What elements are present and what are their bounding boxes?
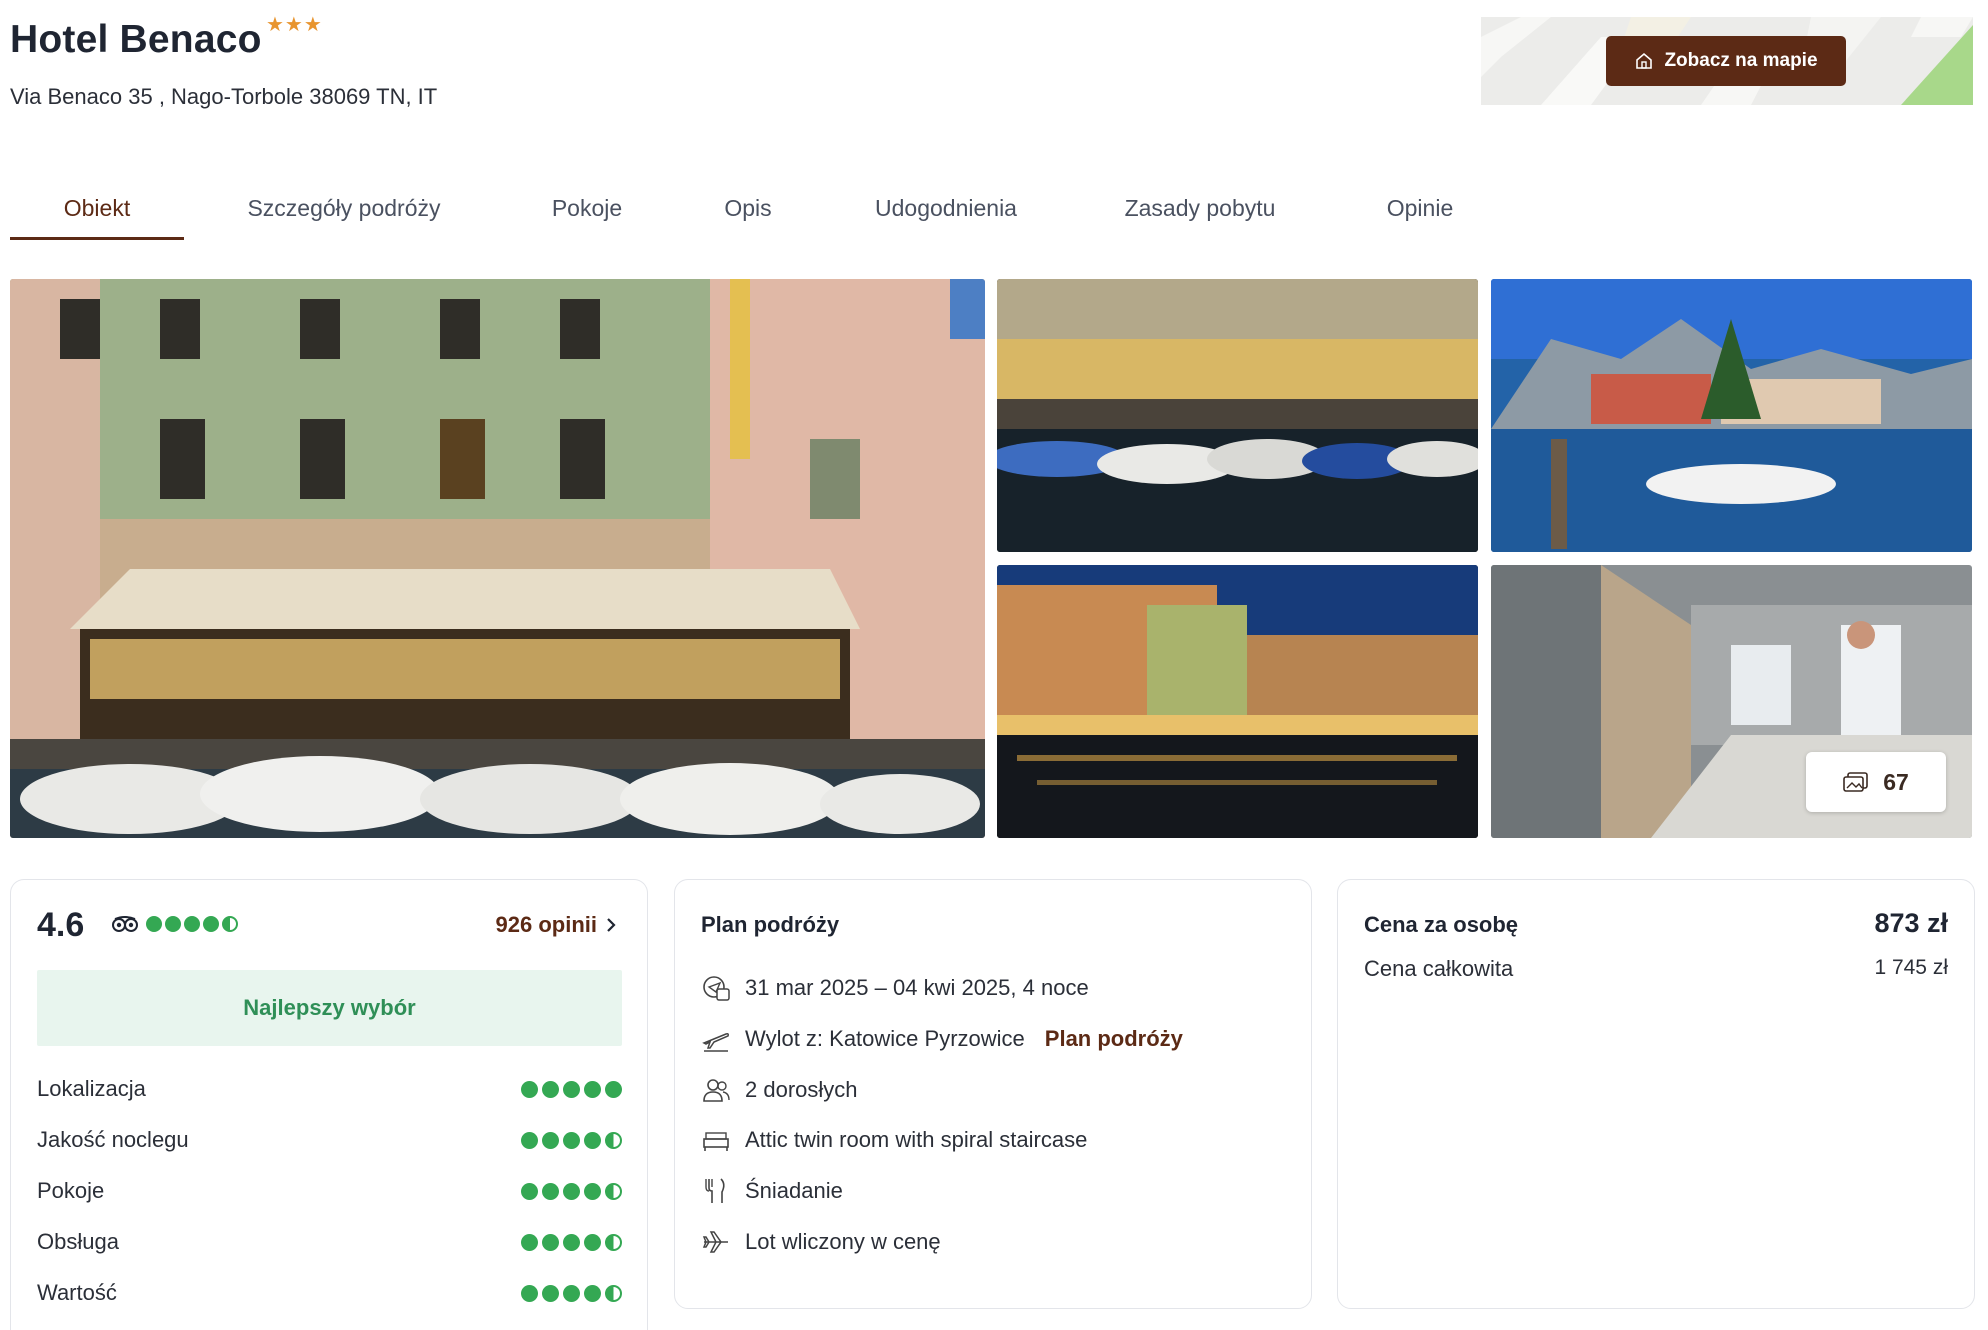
plan-departure-row: Wylot z: Katowice Pyrzowice Plan podróży	[701, 1021, 1183, 1057]
tab-obiekt[interactable]: Obiekt	[10, 176, 184, 240]
subrating-row: Pokoje	[37, 1171, 622, 1211]
tripadvisor-owl-icon	[112, 916, 138, 932]
reviews-link[interactable]: 926 opinii	[496, 912, 617, 938]
subrating-dots	[521, 1233, 622, 1251]
total-price: 1 745 zł	[1874, 956, 1948, 979]
flight-included: Lot wliczony w cenę	[745, 1229, 941, 1254]
plan-dates-row: 31 mar 2025 – 04 kwi 2025, 4 noce	[701, 970, 1089, 1006]
trip-plan-link[interactable]: Plan podróży	[1045, 1026, 1183, 1052]
subrating-dots	[521, 1284, 622, 1302]
subrating-label: Pokoje	[37, 1178, 105, 1203]
tab-udogodnienia[interactable]: Udogodnienia	[856, 176, 1036, 240]
rating-dot	[146, 916, 162, 932]
tab-zasady-pobytu[interactable]: Zasady pobytu	[1110, 176, 1290, 240]
rating-dot	[184, 916, 200, 932]
trip-dates: 31 mar 2025 – 04 kwi 2025, 4 noce	[745, 975, 1089, 1000]
plan-guests-row: 2 dorosłych	[701, 1072, 858, 1108]
hotel-main-photo[interactable]	[10, 279, 985, 838]
hotel-photo-harbour[interactable]	[997, 279, 1478, 552]
rating-score: 4.6	[37, 906, 85, 944]
plane-icon	[702, 1231, 728, 1253]
photo-count: 67	[1883, 768, 1909, 795]
room-type: Attic twin room with spiral staircase	[745, 1127, 1088, 1152]
bed-icon	[703, 1132, 729, 1151]
all-photos-button[interactable]: 67	[1806, 752, 1946, 812]
subrating-row: Lokalizacja	[37, 1069, 622, 1109]
show-on-map-label: Zobacz na mapie	[1664, 50, 1818, 71]
board-type: Śniadanie	[745, 1178, 843, 1203]
plane-takeoff-icon	[702, 1033, 729, 1052]
calendar-plane-icon	[703, 976, 730, 1001]
subrating-dots	[521, 1182, 622, 1200]
price-card: Cena za osobę 873 zł Cena całkowita 1 74…	[1337, 879, 1975, 1309]
plan-flight-row: Lot wliczony w cenę	[701, 1224, 941, 1260]
subrating-label: Wartość	[37, 1280, 117, 1305]
trip-plan-title: Plan podróży	[701, 912, 840, 937]
subrating-dots	[521, 1080, 622, 1098]
tripadvisor-rating	[111, 916, 238, 932]
subrating-label: Obsługa	[37, 1229, 119, 1254]
hotel-address: Via Benaco 35 , Nago-Torbole 38069 TN, I…	[10, 84, 438, 109]
star-rating: ★★★	[266, 14, 323, 36]
tab-pokoje[interactable]: Pokoje	[522, 176, 652, 240]
tab-opis[interactable]: Opis	[698, 176, 798, 240]
tab-opinie[interactable]: Opinie	[1360, 176, 1480, 240]
total-price-label: Cena całkowita	[1364, 956, 1514, 981]
rating-card: 4.6 926 opinii Najlepszy wybór Lokalizac…	[10, 879, 648, 1330]
section-tabs: Obiekt Szczegóły podróży Pokoje Opis Udo…	[10, 176, 1470, 240]
subrating-dots	[521, 1131, 622, 1149]
guests-icon	[703, 1079, 730, 1102]
rating-dot	[203, 916, 219, 932]
fork-knife-icon	[705, 1178, 725, 1203]
photos-icon	[1843, 772, 1869, 792]
price-per-person-label: Cena za osobę	[1364, 912, 1519, 937]
rating-dot-half	[222, 916, 238, 932]
chevron-right-icon	[607, 918, 616, 932]
subrating-row: Wartość	[37, 1273, 622, 1313]
best-choice-badge: Najlepszy wybór	[37, 970, 622, 1046]
subrating-label: Lokalizacja	[37, 1076, 146, 1101]
trip-plan-card: Plan podróży 31 mar 2025 – 04 kwi 2025, …	[674, 879, 1312, 1309]
guests-count: 2 dorosłych	[745, 1077, 858, 1102]
rating-dot	[165, 916, 181, 932]
hotel-photo-night[interactable]	[997, 565, 1478, 838]
reviews-count: 926 opinii	[495, 912, 597, 937]
plan-board-row: Śniadanie	[701, 1173, 843, 1209]
subrating-label: Jakość noclegu	[37, 1127, 189, 1152]
price-per-person: 873 zł	[1874, 908, 1948, 938]
tab-szczegoly-podrozy[interactable]: Szczegóły podróży	[222, 176, 466, 240]
hotel-name: Hotel Benaco	[10, 18, 262, 61]
hotel-photo-lake[interactable]	[1491, 279, 1972, 552]
subrating-row: Obsługa	[37, 1222, 622, 1262]
show-on-map-button[interactable]: Zobacz na mapie	[1606, 36, 1846, 86]
departure-airport: Wylot z: Katowice Pyrzowice	[745, 1026, 1025, 1051]
plan-room-row: Attic twin room with spiral staircase	[701, 1122, 1087, 1158]
subrating-row: Jakość noclegu	[37, 1120, 622, 1160]
home-icon	[1636, 52, 1653, 69]
